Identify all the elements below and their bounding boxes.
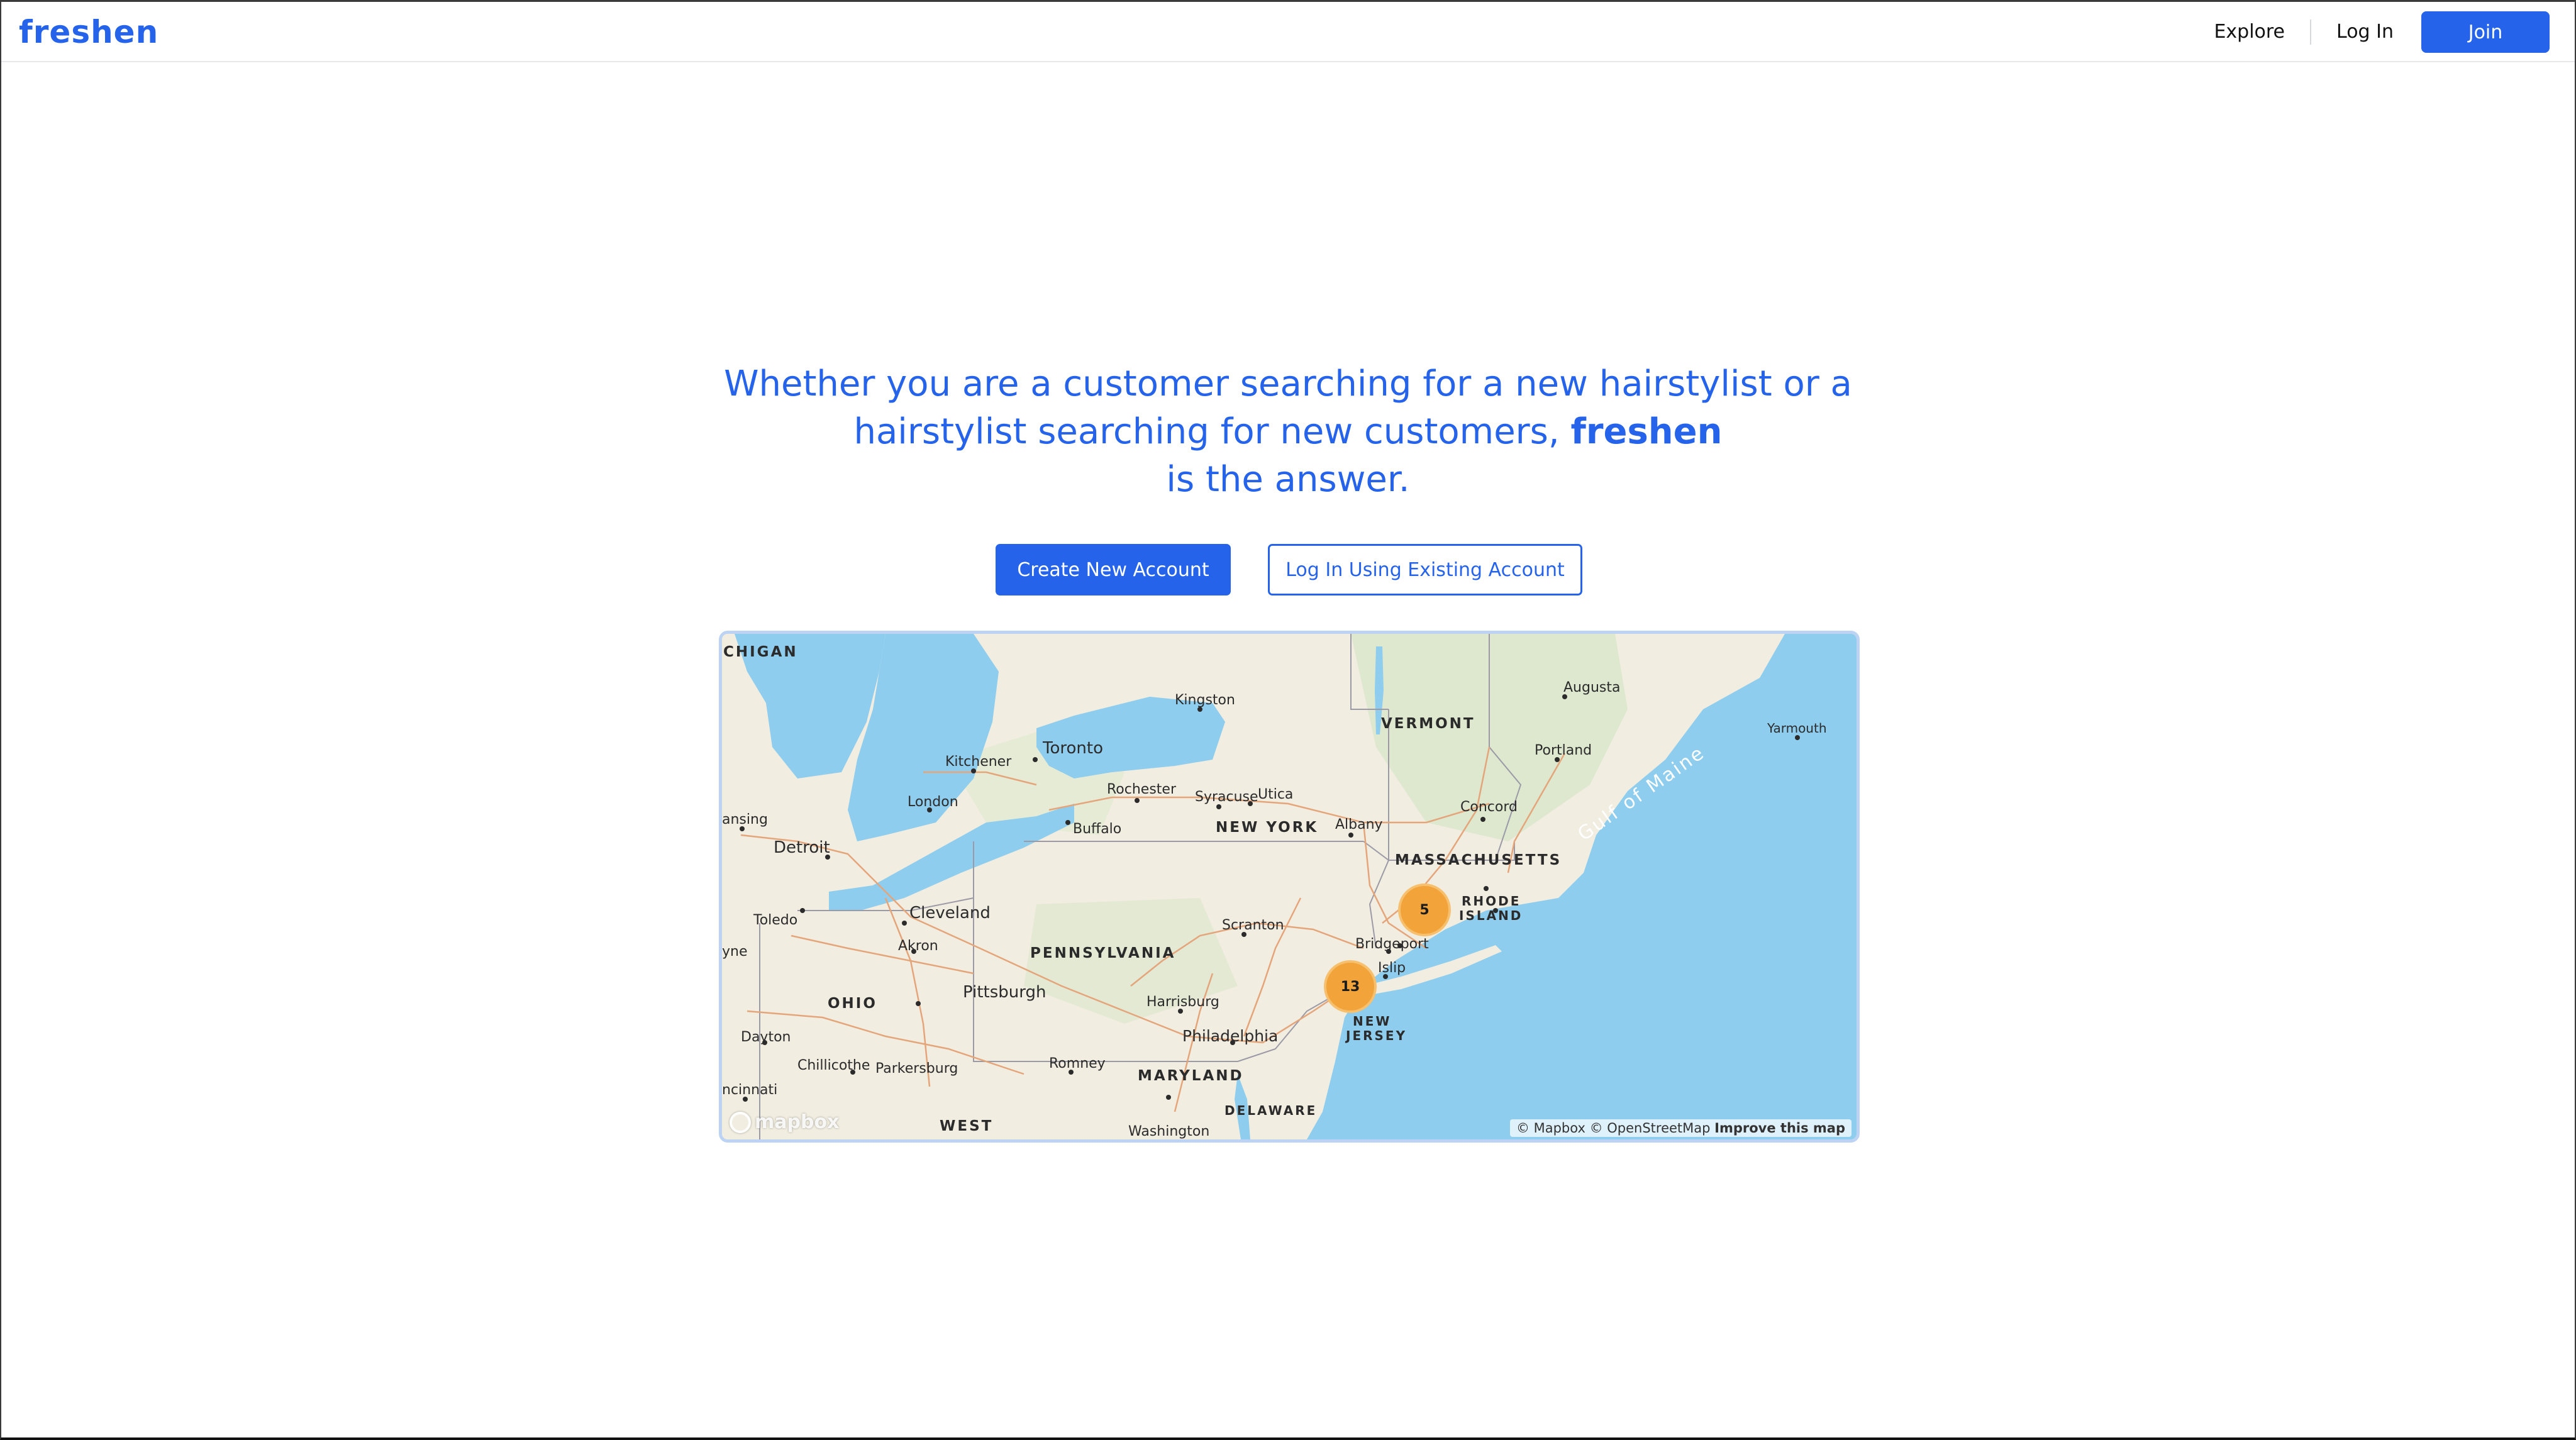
map-label-lansing: ansing [722, 812, 768, 828]
map-label-new-york: NEW YORK [1216, 819, 1318, 836]
map-label-cincinnati: ncinnati [722, 1082, 777, 1098]
map-label-parkersburg: Parkersburg [875, 1061, 958, 1077]
map-label-detroit: Detroit [774, 838, 830, 857]
map-label-yarmouth: Yarmouth [1767, 721, 1827, 736]
map-label-akron: Akron [898, 938, 938, 954]
map-cluster-marker[interactable]: 5 [1398, 883, 1451, 936]
map-label-cleveland: Cleveland [909, 904, 991, 922]
hero-line-2-text: hairstylist searching for new customers, [853, 411, 1560, 452]
mapbox-logo-icon [730, 1111, 751, 1133]
cta-buttons: Create New Account Log In Using Existing… [1, 544, 2575, 597]
map-canvas[interactable]: CHIGAN VERMONT NEW YORK MASSACHUSETTS RH… [722, 634, 1857, 1139]
mapbox-logo-text: mapbox [755, 1111, 840, 1133]
map-label-scranton: Scranton [1222, 917, 1284, 933]
map-label-portland: Portland [1535, 743, 1592, 758]
map-label-islip: Islip [1378, 960, 1406, 976]
map-label-wayne: yne [722, 944, 748, 960]
hero-line-2: hairstylist searching for new customers,… [1, 408, 2575, 456]
map-label-pennsylvania: PENNSYLVANIA [1030, 945, 1175, 961]
map-label-pittsburgh: Pittsburgh [963, 983, 1046, 1002]
map-label-romney: Romney [1049, 1056, 1106, 1072]
improve-map-link[interactable]: Improve this map [1714, 1121, 1845, 1136]
map-label-vermont: VERMONT [1381, 716, 1475, 732]
login-link[interactable]: Log In [2311, 19, 2419, 45]
map-label-bridgeport: Bridgeport [1355, 936, 1429, 952]
map-label-buffalo: Buffalo [1073, 821, 1121, 837]
map-label-toronto: Toronto [1042, 739, 1103, 758]
map-label-massachusetts: MASSACHUSETTS [1395, 852, 1562, 868]
hero-line-1: Whether you are a customer searching for… [724, 363, 1852, 404]
explore-link[interactable]: Explore [2189, 19, 2310, 45]
map-label-rhode-island: RHODE [1462, 894, 1521, 909]
map-label-concord: Concord [1460, 799, 1518, 815]
login-existing-button[interactable]: Log In Using Existing Account [1268, 544, 1582, 595]
hero-tagline: Whether you are a customer searching for… [1, 360, 2575, 504]
hero-line-3: is the answer. [1166, 459, 1410, 500]
map-label-ohio: OHIO [828, 995, 877, 1012]
map-label-maryland: MARYLAND [1138, 1068, 1244, 1084]
map-label-new-jersey-2: JERSEY [1345, 1028, 1407, 1043]
map-attribution-text[interactable]: © Mapbox © OpenStreetMap [1516, 1121, 1711, 1136]
hero-brand-name: freshen [1570, 411, 1723, 452]
map-label-michigan: CHIGAN [723, 644, 798, 660]
map-label-albany: Albany [1335, 817, 1383, 833]
map-label-kingston: Kingston [1175, 692, 1235, 708]
map-label-rhode-island-2: ISLAND [1459, 908, 1523, 923]
nav-actions: Explore Log In Join [2189, 2, 2550, 62]
map-label-west-virginia: WEST [940, 1118, 993, 1134]
map-label-toledo: Toledo [753, 912, 797, 928]
map-label-philadelphia: Philadelphia [1182, 1027, 1278, 1045]
brand-logo[interactable]: freshen [19, 13, 158, 51]
page: freshen Explore Log In Join Whether you … [0, 0, 2576, 1440]
map-attribution: © Mapbox © OpenStreetMap Improve this ma… [1509, 1119, 1852, 1137]
mapbox-logo[interactable]: mapbox [730, 1111, 839, 1133]
map-label-new-jersey: NEW [1353, 1014, 1391, 1029]
map-label-washington: Washington [1128, 1124, 1209, 1139]
join-button[interactable]: Join [2421, 11, 2550, 53]
map[interactable]: CHIGAN VERMONT NEW YORK MASSACHUSETTS RH… [719, 631, 1860, 1143]
map-label-utica: Utica [1258, 787, 1293, 802]
map-label-syracuse: Syracuse [1195, 789, 1258, 805]
top-navbar: freshen Explore Log In Join [1, 2, 2575, 62]
map-label-chillicothe: Chillicothe [797, 1058, 870, 1073]
create-account-button[interactable]: Create New Account [996, 544, 1231, 595]
map-label-delaware: DELAWARE [1224, 1103, 1317, 1118]
map-label-kitchener: Kitchener [945, 754, 1012, 770]
map-label-london: London [908, 794, 958, 810]
map-label-rochester: Rochester [1107, 782, 1177, 797]
map-label-augusta: Augusta [1563, 680, 1620, 695]
map-label-dayton: Dayton [741, 1029, 791, 1045]
map-cluster-marker[interactable]: 13 [1324, 960, 1377, 1013]
map-label-harrisburg: Harrisburg [1146, 994, 1219, 1010]
